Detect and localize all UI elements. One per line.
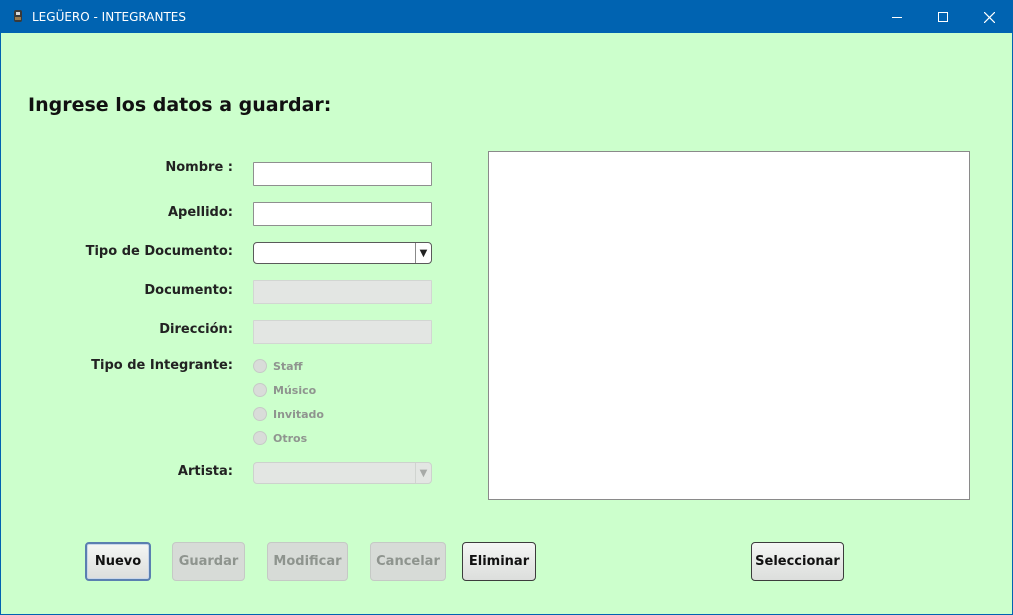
tipo-documento-select[interactable]: ▼ bbox=[253, 242, 432, 264]
documento-input[interactable] bbox=[253, 280, 432, 304]
nombre-input[interactable] bbox=[253, 162, 432, 186]
app-window: LEGÜERO - INTEGRANTES Ingrese los datos … bbox=[0, 0, 1013, 615]
modificar-button[interactable]: Modificar bbox=[267, 542, 348, 581]
eliminar-button[interactable]: Eliminar bbox=[462, 542, 536, 581]
minimize-button[interactable] bbox=[874, 1, 920, 33]
chevron-down-icon[interactable]: ▼ bbox=[415, 243, 431, 263]
radio-label: Invitado bbox=[273, 407, 324, 421]
apellido-input[interactable] bbox=[253, 202, 432, 226]
artista-select[interactable]: ▼ bbox=[253, 462, 432, 484]
close-icon bbox=[983, 11, 995, 23]
radio-staff[interactable]: Staff bbox=[253, 358, 303, 374]
minimize-icon bbox=[892, 17, 902, 18]
chevron-down-icon[interactable]: ▼ bbox=[415, 463, 431, 483]
radio-button-icon[interactable] bbox=[253, 383, 267, 397]
integrantes-list[interactable] bbox=[488, 151, 970, 500]
nuevo-button[interactable]: Nuevo bbox=[85, 542, 151, 581]
guardar-button[interactable]: Guardar bbox=[172, 542, 245, 581]
maximize-button[interactable] bbox=[920, 1, 966, 33]
form-heading: Ingrese los datos a guardar: bbox=[28, 94, 332, 116]
radio-label: Músico bbox=[273, 383, 317, 397]
radio-button-icon[interactable] bbox=[253, 407, 267, 421]
cancelar-button[interactable]: Cancelar bbox=[370, 542, 446, 581]
apellido-label: Apellido: bbox=[168, 205, 233, 220]
direccion-label: Dirección: bbox=[159, 322, 233, 337]
radio-button-icon[interactable] bbox=[253, 431, 267, 445]
documento-label: Documento: bbox=[144, 283, 233, 298]
artista-label: Artista: bbox=[177, 464, 233, 479]
maximize-icon bbox=[938, 12, 948, 22]
app-icon bbox=[14, 10, 22, 22]
seleccionar-button[interactable]: Seleccionar bbox=[751, 542, 844, 581]
title-bar[interactable]: LEGÜERO - INTEGRANTES bbox=[1, 1, 1012, 33]
close-button[interactable] bbox=[966, 1, 1012, 33]
direccion-input[interactable] bbox=[253, 320, 432, 344]
radio-otros[interactable]: Otros bbox=[253, 430, 307, 446]
tipo-documento-label: Tipo de Documento: bbox=[85, 244, 233, 259]
radio-invitado[interactable]: Invitado bbox=[253, 406, 324, 422]
window-title: LEGÜERO - INTEGRANTES bbox=[32, 10, 186, 24]
radio-musico[interactable]: Músico bbox=[253, 382, 316, 398]
nombre-label: Nombre : bbox=[165, 160, 233, 175]
radio-label: Staff bbox=[273, 359, 303, 373]
radio-button-icon[interactable] bbox=[253, 359, 267, 373]
tipo-integrante-label: Tipo de Integrante: bbox=[91, 358, 233, 373]
radio-label: Otros bbox=[273, 431, 308, 445]
